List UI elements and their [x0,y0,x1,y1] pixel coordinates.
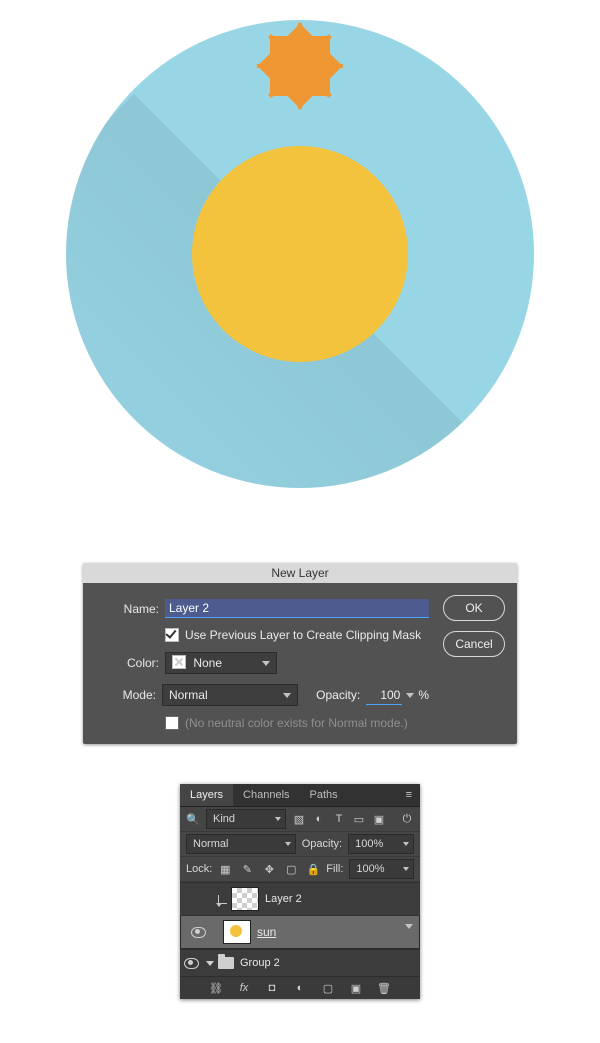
layer-thumbnail[interactable] [223,920,251,944]
folder-icon [218,957,234,969]
layer-name[interactable]: Layer 2 [265,893,420,905]
fill-label: Fill: [326,863,343,875]
new-adjustment-icon[interactable]: ◐ [293,981,307,995]
add-mask-icon[interactable]: ◘ [265,981,279,995]
new-layer-dialog: New Layer OK Cancel Name: Layer 2 Use Pr… [83,563,517,744]
layer-fx-icon[interactable]: fx [237,981,251,995]
layer-name[interactable]: Group 2 [240,957,420,969]
lock-brush-icon[interactable]: ✎ [240,862,254,876]
layer-group-row[interactable]: Group 2 [180,949,420,976]
ok-button[interactable]: OK [443,595,505,621]
opacity-label: Opacity: [316,688,360,702]
panel-menu-icon[interactable]: ≡ [406,789,412,801]
filter-toggle-icon[interactable]: ⏻ [400,812,414,826]
mode-select[interactable]: Normal [162,684,298,706]
panel-footer: ⛓ fx ◘ ◐ ▢ ▣ 🗑 [180,976,420,999]
visibility-toggle[interactable] [187,927,209,938]
eye-icon [191,927,206,938]
clipping-mask-label: Use Previous Layer to Create Clipping Ma… [185,628,421,642]
image-filter-icon[interactable]: ▧ [292,812,306,826]
tab-channels[interactable]: Channels [233,784,299,806]
delete-layer-icon[interactable]: 🗑 [377,981,391,995]
shape-filter-icon[interactable]: ▭ [352,812,366,826]
lock-pixels-icon[interactable]: ▦ [218,862,232,876]
layer-list: Layer 2 sun Group 2 [180,882,420,976]
disclosure-triangle-icon[interactable] [206,961,214,966]
clipping-mask-checkbox[interactable] [165,628,179,642]
smartobj-filter-icon[interactable]: ▣ [372,812,386,826]
chevron-down-icon[interactable] [406,693,414,698]
link-layers-icon[interactable]: ⛓ [209,981,223,995]
layer-row[interactable]: sun [180,915,420,949]
lock-label: Lock: [186,863,212,875]
lock-artboard-icon[interactable]: ▢ [284,862,298,876]
name-input[interactable]: Layer 2 [165,599,429,618]
opacity-unit: % [418,688,429,702]
cancel-button[interactable]: Cancel [443,631,505,657]
lock-position-icon[interactable]: ✥ [262,862,276,876]
color-select[interactable]: None [165,652,277,674]
tab-layers[interactable]: Layers [180,784,233,806]
layers-panel: Layers Channels Paths ≡ 🔍 Kind ▧ ◐ T ▭ ▣… [180,784,420,999]
layer-thumbnail[interactable] [231,887,259,911]
sun-illustration [66,20,534,488]
color-label: Color: [99,656,165,670]
blend-mode-select[interactable]: Normal [186,834,296,854]
canvas: New Layer OK Cancel Name: Layer 2 Use Pr… [0,0,600,1043]
clipping-indicator-icon [218,895,227,904]
color-value: None [193,656,222,670]
name-label: Name: [99,602,165,616]
type-filter-icon[interactable]: T [332,812,346,826]
lock-all-icon[interactable]: 🔒 [306,862,320,876]
panel-opacity-select[interactable]: 100% [348,834,414,854]
search-icon: 🔍 [186,812,200,826]
new-layer-icon[interactable]: ▣ [349,981,363,995]
mode-label: Mode: [99,688,162,702]
new-group-icon[interactable]: ▢ [321,981,335,995]
panel-tabs: Layers Channels Paths ≡ [180,784,420,807]
mode-value: Normal [169,688,208,702]
panel-opacity-label: Opacity: [302,838,342,850]
kind-filter-select[interactable]: Kind [206,809,286,829]
opacity-input[interactable]: 100 [366,686,402,705]
sun-core [192,146,408,362]
none-swatch-icon [172,655,186,669]
layer-name[interactable]: sun [257,922,399,942]
tab-paths[interactable]: Paths [300,784,348,806]
fill-select[interactable]: 100% [349,859,414,879]
eye-icon [184,958,199,969]
adjustment-filter-icon[interactable]: ◐ [312,812,326,826]
neutral-note: (No neutral color exists for Normal mode… [185,716,408,730]
layer-row[interactable]: Layer 2 [180,882,420,915]
dialog-title: New Layer [83,563,517,583]
visibility-toggle[interactable] [180,958,202,969]
neutral-fill-checkbox [165,716,179,730]
